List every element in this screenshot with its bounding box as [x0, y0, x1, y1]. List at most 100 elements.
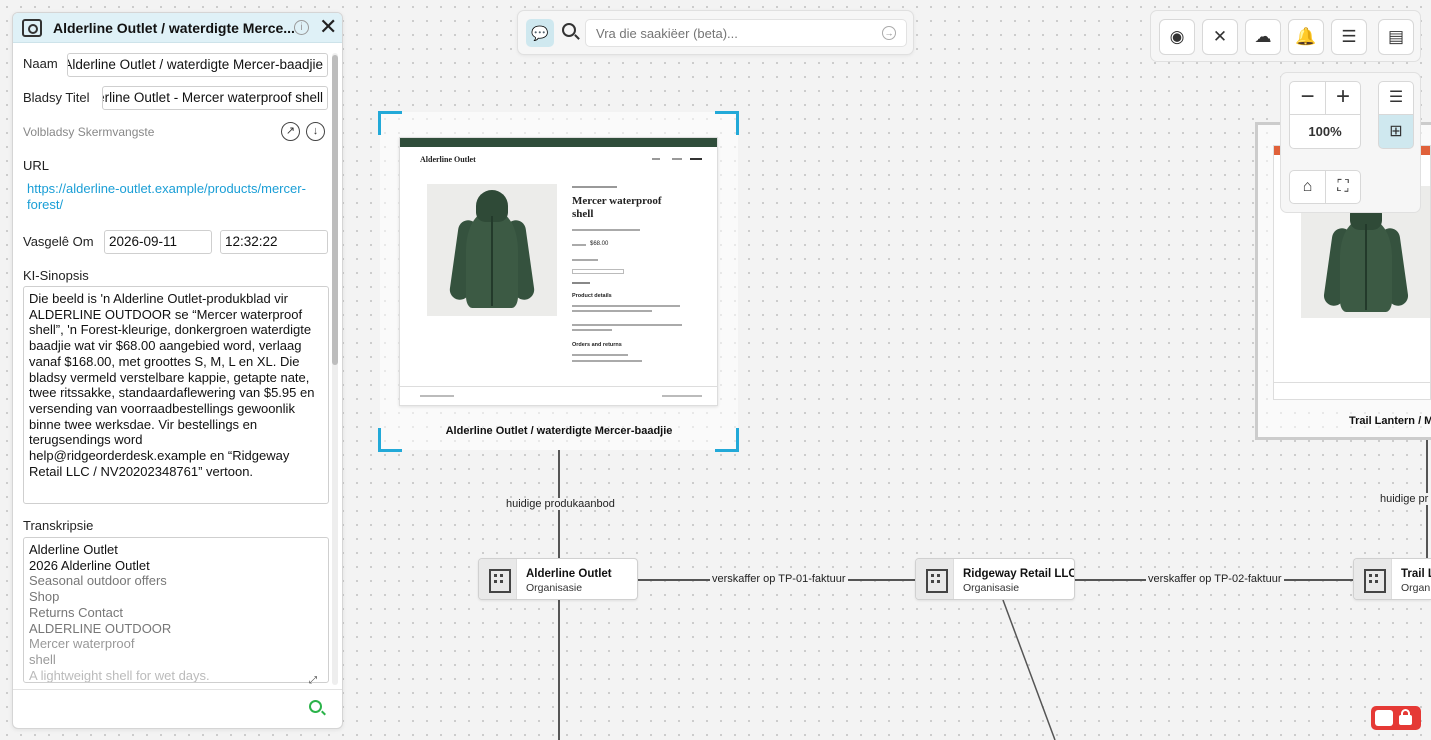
node-title: Trail L — [1401, 568, 1431, 580]
preview-product-title-2: shell — [572, 208, 594, 220]
page-title-label: Bladsy Titel — [23, 90, 90, 105]
page-title-value: Alderline Outlet - Mercer waterproof she… — [102, 90, 323, 105]
cloud-upload-icon[interactable]: ☁ — [1245, 19, 1281, 55]
submit-arrow-icon[interactable]: → — [882, 26, 896, 40]
preview-text-line — [572, 259, 598, 261]
download-icon[interactable]: ↓ — [306, 122, 325, 141]
name-field[interactable]: Alderline Outlet / waterdigte Mercer-baa… — [67, 53, 328, 77]
zoom-panel: − + 100% ⌂ ⛶ ☰ ⊞ — [1280, 72, 1421, 213]
selection-corner — [715, 111, 739, 135]
preview-text-line — [662, 395, 702, 397]
chat-icon[interactable]: 💬 — [526, 19, 554, 47]
screenshot-icon — [22, 19, 42, 37]
panel-title: Alderline Outlet / waterdigte Merce... — [53, 20, 295, 36]
url-link[interactable]: https://alderline-outlet.example/product… — [27, 181, 317, 213]
preview-text-line — [420, 395, 454, 397]
selection-corner — [378, 111, 402, 135]
synopsis-textarea[interactable]: Die beeld is 'n Alderline Outlet-produkb… — [23, 286, 329, 504]
lock-toggle-button[interactable] — [1371, 706, 1421, 730]
preview-product-title: Mercer waterproof — [572, 195, 662, 207]
preview-orders-heading: Orders and returns — [572, 342, 622, 348]
preview-details-heading: Product details — [572, 293, 612, 299]
panel-footer-divider — [13, 689, 342, 690]
name-value: Alderline Outlet / waterdigte Mercer-baa… — [67, 57, 323, 72]
captured-time-field[interactable]: 12:32:22 — [220, 230, 328, 254]
page-screenshot-thumbnail: Alderline Outlet Mercer waterproof shell… — [399, 137, 718, 406]
org-node-alderline-outlet[interactable]: Alderline Outlet Organisasie — [478, 558, 638, 600]
preview-text-line — [572, 186, 617, 188]
tree-layout-icon[interactable]: ⊞ — [1378, 114, 1414, 149]
transcript-line: ALDERLINE OUTDOOR — [29, 620, 172, 636]
preview-text-line — [572, 324, 682, 326]
transcript-line: Mercer waterproof — [29, 636, 135, 652]
bell-icon[interactable]: 🔔 — [1288, 19, 1324, 55]
preview-size-picker — [572, 269, 624, 274]
preview-text-line — [572, 354, 628, 356]
edge-label-supplier-tp02: verskaffer op TP-02-faktuur — [1146, 573, 1284, 585]
tools-icon[interactable]: ✕ — [1202, 19, 1238, 55]
list-layout-icon[interactable]: ☰ — [1378, 81, 1414, 115]
transcript-line: Shop — [29, 589, 60, 605]
transcript-line: Returns Contact — [29, 604, 123, 620]
lock-icon — [1399, 709, 1412, 725]
node-type: Organ — [1401, 582, 1431, 594]
name-label: Naam — [23, 56, 58, 71]
zoom-search-icon[interactable] — [309, 700, 322, 713]
transcript-line: Seasonal outdoor offers — [29, 573, 167, 589]
expand-icon[interactable]: ⤢ — [309, 675, 317, 686]
node-type: Organisasie — [526, 582, 583, 594]
captured-date-field[interactable]: 2026-09-11 — [104, 230, 212, 254]
preview-text-line — [572, 310, 652, 312]
info-icon[interactable]: i — [294, 20, 309, 35]
edge-line-diagonal — [1002, 599, 1056, 740]
preview-nav — [652, 158, 702, 160]
zoom-level: 100% — [1289, 114, 1361, 149]
close-icon[interactable]: ✕ — [319, 16, 337, 38]
transcript-line: 2026 Alderline Outlet — [29, 557, 150, 573]
clipboard-icon[interactable]: ▤ — [1378, 19, 1414, 55]
captured-label: Vasgelê Om — [23, 234, 94, 249]
search-bar: 💬 → — [517, 10, 914, 55]
edge-label-current-offer: huidige produkaanbod — [504, 498, 617, 510]
preview-price: $68.00 — [590, 241, 609, 247]
detail-panel: Alderline Outlet / waterdigte Merce... i… — [12, 12, 343, 729]
fit-screen-icon[interactable]: ⛶ — [1325, 170, 1361, 204]
transcript-line: Alderline Outlet — [29, 542, 118, 557]
preview-node-label: Alderline Outlet / waterdigte Mercer-baa… — [445, 425, 673, 437]
org-node-ridgeway-retail[interactable]: Ridgeway Retail LLC Organisasie — [915, 558, 1075, 600]
preview-text-line — [572, 229, 640, 231]
home-icon[interactable]: ⌂ — [1289, 170, 1326, 204]
transcript-textarea[interactable]: Alderline Outlet 2026 Alderline Outlet S… — [23, 537, 329, 683]
preview-footer-line — [1274, 382, 1430, 383]
building-icon — [1354, 559, 1392, 599]
preview-footer-line — [400, 386, 717, 387]
screenshot-label: Volbladsy Skermvangste — [23, 125, 155, 139]
edge-label-supplier-tp01: verskaffer op TP-01-faktuur — [710, 573, 848, 585]
building-icon — [916, 559, 954, 599]
preview-brand: Alderline Outlet — [420, 155, 476, 164]
captured-date: 2026-09-11 — [109, 234, 178, 249]
transcript-label: Transkripsie — [23, 518, 94, 533]
search-input[interactable] — [585, 19, 907, 47]
node-title: Alderline Outlet — [526, 568, 612, 580]
checklist-icon[interactable]: ☰ — [1331, 19, 1367, 55]
page-title-field[interactable]: Alderline Outlet - Mercer waterproof she… — [102, 86, 328, 110]
org-node-trail-lantern[interactable]: Trail L Organ — [1353, 558, 1431, 600]
preview-text-line — [572, 305, 680, 307]
open-external-icon[interactable]: ↗ — [281, 122, 300, 141]
preview-text-line — [572, 244, 586, 246]
promo-banner — [400, 138, 717, 147]
hide-eye-icon[interactable]: ◉ — [1159, 19, 1195, 55]
scrollbar-thumb[interactable] — [332, 55, 338, 365]
captured-time: 12:32:22 — [225, 234, 278, 249]
zoom-out-button[interactable]: − — [1289, 81, 1326, 115]
top-toolbar: ◉ ✕ ☁ 🔔 ☰ ▤ — [1150, 10, 1421, 62]
panel-scrollbar[interactable] — [332, 53, 338, 685]
search-icon[interactable] — [562, 23, 576, 37]
preview-text-line — [572, 360, 642, 362]
panel-header: Alderline Outlet / waterdigte Merce... i… — [13, 13, 342, 43]
zoom-in-button[interactable]: + — [1325, 81, 1361, 115]
preview-text-line — [572, 282, 590, 284]
url-label: URL — [23, 158, 50, 173]
transcript-line: shell — [29, 651, 56, 667]
